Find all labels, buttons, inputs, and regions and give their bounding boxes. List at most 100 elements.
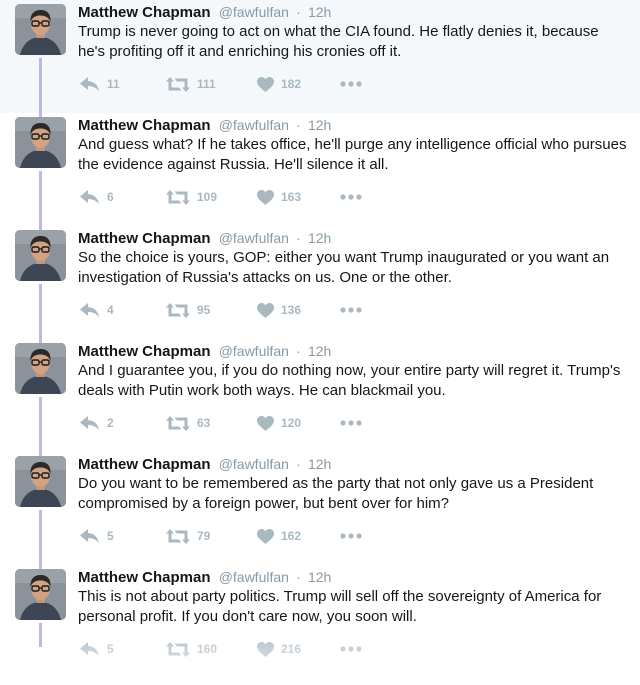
tweet-header: Matthew Chapman @fawfulfan · 12h: [78, 229, 331, 248]
avatar[interactable]: [15, 230, 66, 281]
tweet[interactable]: Matthew Chapman @fawfulfan · 12h Trump i…: [0, 0, 640, 113]
tweet[interactable]: Matthew Chapman @fawfulfan · 12h So the …: [0, 226, 640, 339]
reply-button[interactable]: 5: [80, 526, 114, 546]
reply-count: 11: [107, 77, 120, 91]
retweet-icon: [166, 415, 190, 431]
avatar-image: [15, 117, 66, 168]
more-icon: [340, 194, 362, 200]
author-handle[interactable]: @fawfulfan: [219, 569, 289, 585]
retweet-button[interactable]: 160: [166, 639, 217, 659]
author-handle[interactable]: @fawfulfan: [219, 4, 289, 20]
more-button[interactable]: [340, 187, 362, 207]
reply-button[interactable]: 2: [80, 413, 114, 433]
more-icon: [340, 81, 362, 87]
reply-button[interactable]: 6: [80, 187, 114, 207]
like-button[interactable]: 216: [257, 639, 301, 659]
tweet[interactable]: Matthew Chapman @fawfulfan · 12h And I g…: [0, 339, 640, 452]
author-handle[interactable]: @fawfulfan: [219, 117, 289, 133]
more-button[interactable]: [340, 526, 362, 546]
author-handle[interactable]: @fawfulfan: [219, 456, 289, 472]
author-handle[interactable]: @fawfulfan: [219, 230, 289, 246]
heart-icon: [257, 302, 274, 318]
header-separator: ·: [296, 456, 301, 472]
tweet-header: Matthew Chapman @fawfulfan · 12h: [78, 568, 331, 587]
avatar[interactable]: [15, 343, 66, 394]
tweet[interactable]: Matthew Chapman @fawfulfan · 12h Do you …: [0, 452, 640, 565]
tweet-timestamp[interactable]: 12h: [308, 117, 331, 133]
reply-button[interactable]: 4: [80, 300, 114, 320]
retweet-count: 79: [197, 529, 211, 543]
more-button[interactable]: [340, 639, 362, 659]
retweet-icon: [166, 641, 190, 657]
tweet-timestamp[interactable]: 12h: [308, 230, 331, 246]
header-separator: ·: [296, 4, 301, 20]
author-name[interactable]: Matthew Chapman: [78, 569, 211, 586]
avatar-image: [15, 343, 66, 394]
retweet-icon: [166, 189, 190, 205]
avatar[interactable]: [15, 569, 66, 620]
retweet-icon: [166, 528, 190, 544]
retweet-button[interactable]: 111: [166, 74, 216, 94]
tweet-header: Matthew Chapman @fawfulfan · 12h: [78, 455, 331, 474]
thread-connector-line: [39, 58, 42, 117]
reply-button[interactable]: 5: [80, 639, 114, 659]
avatar-image: [15, 230, 66, 281]
like-button[interactable]: 182: [257, 74, 301, 94]
avatar-image: [15, 569, 66, 620]
heart-icon: [257, 76, 274, 92]
more-button[interactable]: [340, 300, 362, 320]
reply-count: 2: [107, 416, 114, 430]
tweet-timestamp[interactable]: 12h: [308, 343, 331, 359]
retweet-count: 95: [197, 303, 211, 317]
heart-icon: [257, 528, 274, 544]
author-name[interactable]: Matthew Chapman: [78, 117, 211, 134]
retweet-button[interactable]: 79: [166, 526, 210, 546]
like-count: 216: [281, 642, 302, 656]
reply-button[interactable]: 11: [80, 74, 120, 94]
like-count: 182: [281, 77, 302, 91]
tweet-header: Matthew Chapman @fawfulfan · 12h: [78, 342, 331, 361]
like-count: 163: [281, 190, 302, 204]
tweet[interactable]: Matthew Chapman @fawfulfan · 12h And gue…: [0, 113, 640, 226]
tweet-text: And I guarantee you, if you do nothing n…: [78, 362, 621, 399]
author-name[interactable]: Matthew Chapman: [78, 456, 211, 473]
avatar[interactable]: [15, 456, 66, 507]
reply-icon: [80, 189, 99, 204]
tweet-actions: 2 63 120: [80, 413, 380, 433]
tweet-header: Matthew Chapman @fawfulfan · 12h: [78, 116, 331, 135]
avatar[interactable]: [15, 4, 66, 55]
avatar[interactable]: [15, 117, 66, 168]
tweet-timestamp[interactable]: 12h: [308, 569, 331, 585]
retweet-count: 63: [197, 416, 211, 430]
tweet-header: Matthew Chapman @fawfulfan · 12h: [78, 3, 331, 22]
more-button[interactable]: [340, 74, 362, 94]
author-handle[interactable]: @fawfulfan: [219, 343, 289, 359]
header-separator: ·: [296, 117, 301, 133]
like-button[interactable]: 120: [257, 413, 301, 433]
thread-connector-line: [39, 284, 42, 343]
like-button[interactable]: 162: [257, 526, 301, 546]
heart-icon: [257, 641, 274, 657]
retweet-button[interactable]: 63: [166, 413, 210, 433]
header-separator: ·: [296, 569, 301, 585]
tweet-timestamp[interactable]: 12h: [308, 456, 331, 472]
like-count: 120: [281, 416, 302, 430]
thread-connector-line: [39, 623, 42, 647]
author-name[interactable]: Matthew Chapman: [78, 4, 211, 21]
tweet-thread: Matthew Chapman @fawfulfan · 12h Trump i…: [0, 0, 640, 685]
tweet-actions: 6 109 163: [80, 187, 380, 207]
tweet-timestamp[interactable]: 12h: [308, 4, 331, 20]
header-separator: ·: [296, 343, 301, 359]
author-name[interactable]: Matthew Chapman: [78, 343, 211, 360]
tweet[interactable]: Matthew Chapman @fawfulfan · 12h This is…: [0, 565, 640, 685]
like-button[interactable]: 163: [257, 187, 301, 207]
more-icon: [340, 420, 362, 426]
thread-connector-line: [39, 171, 42, 230]
more-button[interactable]: [340, 413, 362, 433]
like-button[interactable]: 136: [257, 300, 301, 320]
retweet-button[interactable]: 109: [166, 187, 217, 207]
retweet-button[interactable]: 95: [166, 300, 210, 320]
avatar-image: [15, 456, 66, 507]
author-name[interactable]: Matthew Chapman: [78, 230, 211, 247]
tweet-text: And guess what? If he takes office, he'l…: [78, 136, 627, 173]
